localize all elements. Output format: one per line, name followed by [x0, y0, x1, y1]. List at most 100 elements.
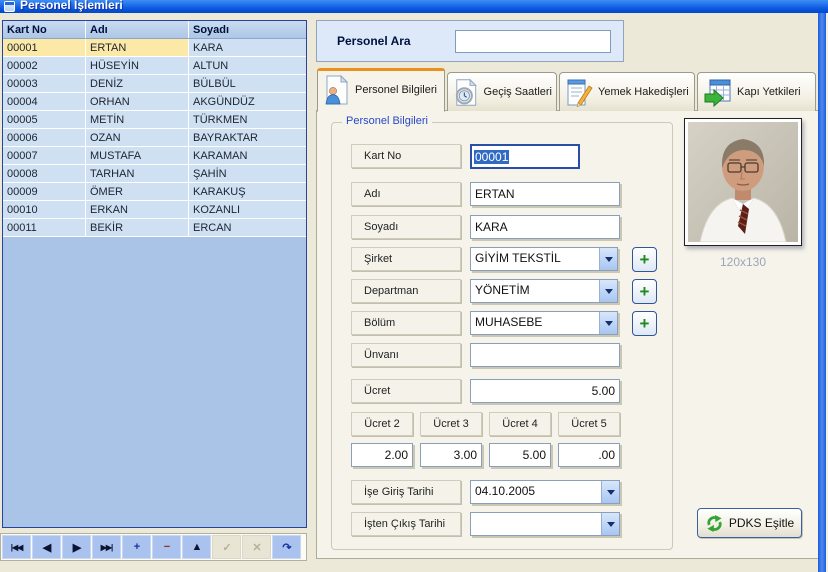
table-row[interactable]: 00003DENİZBÜLBÜL — [3, 75, 306, 93]
table-cell[interactable]: AKGÜNDÜZ — [189, 93, 306, 110]
table-cell[interactable]: 00002 — [3, 57, 86, 74]
table-cell[interactable]: KARA — [189, 39, 306, 56]
table-cell[interactable]: 00003 — [3, 75, 86, 92]
insert-record-button[interactable]: + — [122, 535, 151, 559]
departman-combobox[interactable]: YÖNETİM — [470, 279, 618, 303]
table-cell[interactable]: 00008 — [3, 165, 86, 182]
tab-gecis-saatleri[interactable]: Geçiş Saatleri — [447, 72, 557, 111]
table-row[interactable]: 00001ERTANKARA — [3, 39, 306, 57]
table-cell[interactable]: KARAMAN — [189, 147, 306, 164]
table-cell[interactable]: ERTAN — [86, 39, 189, 56]
table-cell[interactable]: 00004 — [3, 93, 86, 110]
table-cell[interactable]: 00010 — [3, 201, 86, 218]
last-record-button[interactable]: ▶▶| — [92, 535, 121, 559]
chevron-down-icon[interactable] — [601, 513, 619, 535]
table-row[interactable]: 00006OZANBAYRAKTAR — [3, 129, 306, 147]
tab-kapi-yetkileri[interactable]: Kapı Yetkileri — [697, 72, 816, 111]
tab-yemek-hakedisleri[interactable]: Yemek Hakedişleri — [559, 72, 695, 111]
table-cell[interactable]: BEKİR — [86, 219, 189, 236]
table-cell[interactable]: TÜRKMEN — [189, 111, 306, 128]
add-departman-button[interactable]: + — [632, 279, 657, 304]
ucret5-label: Ücret 5 — [558, 412, 620, 436]
column-header-adi[interactable]: Adı — [86, 21, 189, 38]
table-row[interactable]: 00008TARHANŞAHİN — [3, 165, 306, 183]
table-cell[interactable]: ERCAN — [189, 219, 306, 236]
table-cell[interactable]: KARAKUŞ — [189, 183, 306, 200]
table-row[interactable]: 00011BEKİRERCAN — [3, 219, 306, 237]
add-bolum-button[interactable]: + — [632, 311, 657, 336]
kart-no-input[interactable]: 00001 — [470, 144, 580, 169]
table-row[interactable]: 00010ERKANKOZANLI — [3, 201, 306, 219]
soyadi-input[interactable] — [470, 215, 620, 239]
grid-empty-area — [3, 237, 306, 527]
pdks-sync-button[interactable]: PDKS Eşitle — [697, 508, 802, 538]
chevron-down-icon[interactable] — [599, 248, 617, 270]
table-cell[interactable]: ÖMER — [86, 183, 189, 200]
table-cell[interactable]: 00005 — [3, 111, 86, 128]
photo-size-caption: 120x130 — [684, 255, 802, 269]
table-cell[interactable]: 00009 — [3, 183, 86, 200]
tab-label: Geçiş Saatleri — [484, 86, 552, 98]
bolum-label: Bölüm — [351, 311, 461, 335]
chevron-down-icon[interactable] — [599, 312, 617, 334]
ucret-input[interactable] — [470, 379, 620, 403]
tab-personel-bilgileri[interactable]: Personel Bilgileri — [317, 68, 445, 112]
table-cell[interactable]: ALTUN — [189, 57, 306, 74]
table-row[interactable]: 00002HÜSEYİNALTUN — [3, 57, 306, 75]
search-input[interactable] — [455, 30, 611, 53]
sirket-label: Şirket — [351, 247, 461, 271]
table-cell[interactable]: MUSTAFA — [86, 147, 189, 164]
column-header-kartno[interactable]: Kart No — [3, 21, 86, 38]
isten-cikis-tarihi-value — [471, 513, 601, 535]
sirket-combobox[interactable]: GİYİM TEKSTİL — [470, 247, 618, 271]
table-cell[interactable]: KOZANLI — [189, 201, 306, 218]
refresh-button[interactable]: ↷ — [272, 535, 301, 559]
table-cell[interactable]: 00011 — [3, 219, 86, 236]
window-border — [818, 13, 826, 572]
table-cell[interactable]: DENİZ — [86, 75, 189, 92]
table-cell[interactable]: TARHAN — [86, 165, 189, 182]
table-cell[interactable]: METİN — [86, 111, 189, 128]
next-record-button[interactable]: ▶ — [62, 535, 91, 559]
chevron-down-icon[interactable] — [601, 481, 619, 503]
table-row[interactable]: 00007MUSTAFAKARAMAN — [3, 147, 306, 165]
adi-input[interactable] — [470, 182, 620, 206]
first-record-button[interactable]: |◀◀ — [2, 535, 31, 559]
tab-label: Yemek Hakedişleri — [598, 86, 689, 98]
ucret3-input[interactable] — [420, 443, 482, 467]
chevron-down-icon[interactable] — [599, 280, 617, 302]
ucret2-input[interactable] — [351, 443, 413, 467]
table-cell[interactable]: ŞAHİN — [189, 165, 306, 182]
edit-record-button[interactable]: ▲ — [182, 535, 211, 559]
window-icon — [4, 1, 15, 12]
grid-header[interactable]: Kart No Adı Soyadı — [3, 21, 306, 39]
table-row[interactable]: 00009ÖMERKARAKUŞ — [3, 183, 306, 201]
ucret4-input[interactable] — [489, 443, 551, 467]
bolum-combobox[interactable]: MUHASEBE — [470, 311, 618, 335]
table-cell[interactable]: 00006 — [3, 129, 86, 146]
personnel-grid[interactable]: Kart No Adı Soyadı 00001ERTANKARA00002HÜ… — [2, 20, 307, 528]
bolum-value: MUHASEBE — [471, 312, 599, 334]
table-cell[interactable]: ORHAN — [86, 93, 189, 110]
tab-label: Kapı Yetkileri — [737, 86, 801, 98]
title-bar[interactable]: Personel İşlemleri — [0, 0, 828, 13]
table-cell[interactable]: 00001 — [3, 39, 86, 56]
column-header-soyadi[interactable]: Soyadı — [189, 21, 306, 38]
delete-record-button[interactable]: − — [152, 535, 181, 559]
table-cell[interactable]: HÜSEYİN — [86, 57, 189, 74]
add-sirket-button[interactable]: + — [632, 247, 657, 272]
search-panel: Personel Ara — [316, 20, 624, 62]
table-row[interactable]: 00005METİNTÜRKMEN — [3, 111, 306, 129]
isten-cikis-tarihi-picker[interactable] — [470, 512, 620, 536]
unvani-input[interactable] — [470, 343, 620, 367]
ucret5-input[interactable] — [558, 443, 620, 467]
table-cell[interactable]: OZAN — [86, 129, 189, 146]
table-row[interactable]: 00004ORHANAKGÜNDÜZ — [3, 93, 306, 111]
table-cell[interactable]: BÜLBÜL — [189, 75, 306, 92]
table-cell[interactable]: ERKAN — [86, 201, 189, 218]
isten-cikis-tarihi-label: İşten Çıkış Tarihi — [351, 512, 461, 536]
prior-record-button[interactable]: ◀ — [32, 535, 61, 559]
ise-giris-tarihi-picker[interactable]: 04.10.2005 — [470, 480, 620, 504]
table-cell[interactable]: BAYRAKTAR — [189, 129, 306, 146]
table-cell[interactable]: 00007 — [3, 147, 86, 164]
